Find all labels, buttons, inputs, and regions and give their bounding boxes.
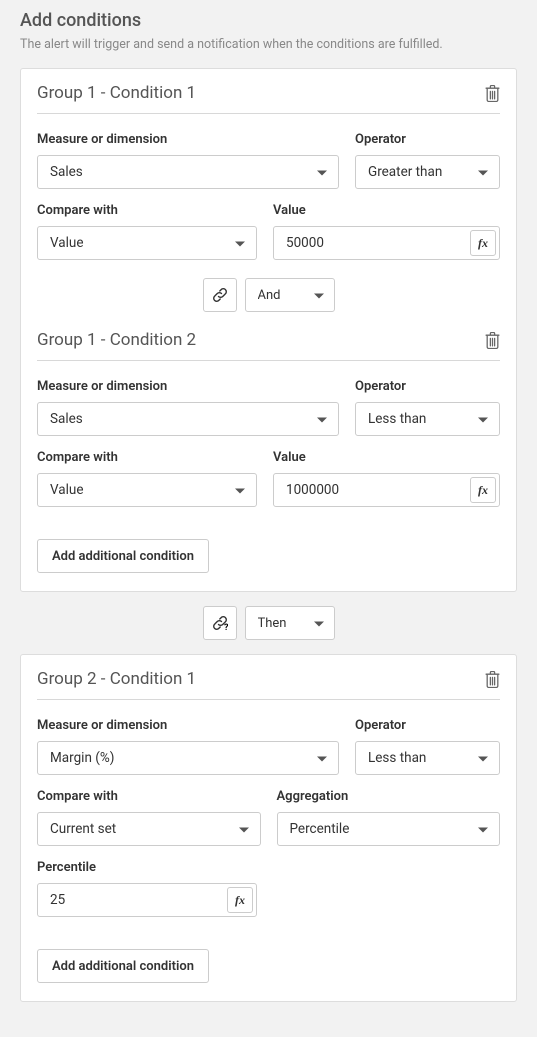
unlink-icon: ? <box>203 606 237 640</box>
value-label: Value <box>273 203 500 218</box>
condition-title: Group 1 - Condition 2 <box>37 330 196 350</box>
percentile-input[interactable] <box>37 883 257 917</box>
compare-select[interactable]: Value <box>37 473 257 507</box>
page-subtitle: The alert will trigger and send a notifi… <box>20 37 517 52</box>
compare-label: Compare with <box>37 203 257 218</box>
condition-title: Group 1 - Condition 1 <box>37 83 196 103</box>
operator-label: Operator <box>355 718 500 733</box>
aggregation-label: Aggregation <box>277 789 501 804</box>
value-input[interactable] <box>273 226 500 260</box>
measure-label: Measure or dimension <box>37 379 339 394</box>
add-condition-button[interactable]: Add additional condition <box>37 539 209 573</box>
measure-label: Measure or dimension <box>37 132 339 147</box>
aggregation-select[interactable]: Percentile <box>277 812 501 846</box>
compare-select[interactable]: Value <box>37 226 257 260</box>
trash-icon <box>485 671 500 688</box>
compare-select[interactable]: Current set <box>37 812 261 846</box>
inner-connector-row: And <box>37 278 500 312</box>
inner-connector-select[interactable]: And <box>245 278 335 312</box>
compare-label: Compare with <box>37 789 261 804</box>
measure-label: Measure or dimension <box>37 718 339 733</box>
condition-header: Group 2 - Condition 1 <box>37 669 500 700</box>
condition-header: Group 1 - Condition 1 <box>37 83 500 114</box>
delete-condition-button[interactable] <box>485 85 500 102</box>
add-condition-button[interactable]: Add additional condition <box>37 949 209 983</box>
trash-icon <box>485 85 500 102</box>
delete-condition-button[interactable] <box>485 332 500 349</box>
fx-button[interactable]: fx <box>470 230 496 256</box>
operator-select[interactable]: Greater than <box>355 155 500 189</box>
value-label: Value <box>273 450 500 465</box>
percentile-label: Percentile <box>37 860 257 875</box>
operator-select[interactable]: Less than <box>355 402 500 436</box>
link-icon <box>203 278 237 312</box>
trash-icon <box>485 332 500 349</box>
page-title: Add conditions <box>20 10 517 31</box>
value-input[interactable] <box>273 473 500 507</box>
measure-select[interactable]: Margin (%) <box>37 741 339 775</box>
operator-select[interactable]: Less than <box>355 741 500 775</box>
group-2-card: Group 2 - Condition 1 Measure or dimensi… <box>20 654 517 1002</box>
compare-label: Compare with <box>37 450 257 465</box>
outer-connector-row: ? Then <box>20 606 517 640</box>
measure-select[interactable]: Sales <box>37 402 339 436</box>
outer-connector-select[interactable]: Then <box>245 606 335 640</box>
condition-title: Group 2 - Condition 1 <box>37 669 196 689</box>
fx-button[interactable]: fx <box>227 887 253 913</box>
operator-label: Operator <box>355 379 500 394</box>
svg-text:?: ? <box>224 623 228 631</box>
group-1-card: Group 1 - Condition 1 Measure or dimensi… <box>20 68 517 592</box>
operator-label: Operator <box>355 132 500 147</box>
fx-button[interactable]: fx <box>470 477 496 503</box>
measure-select[interactable]: Sales <box>37 155 339 189</box>
delete-condition-button[interactable] <box>485 671 500 688</box>
condition-header: Group 1 - Condition 2 <box>37 330 500 361</box>
